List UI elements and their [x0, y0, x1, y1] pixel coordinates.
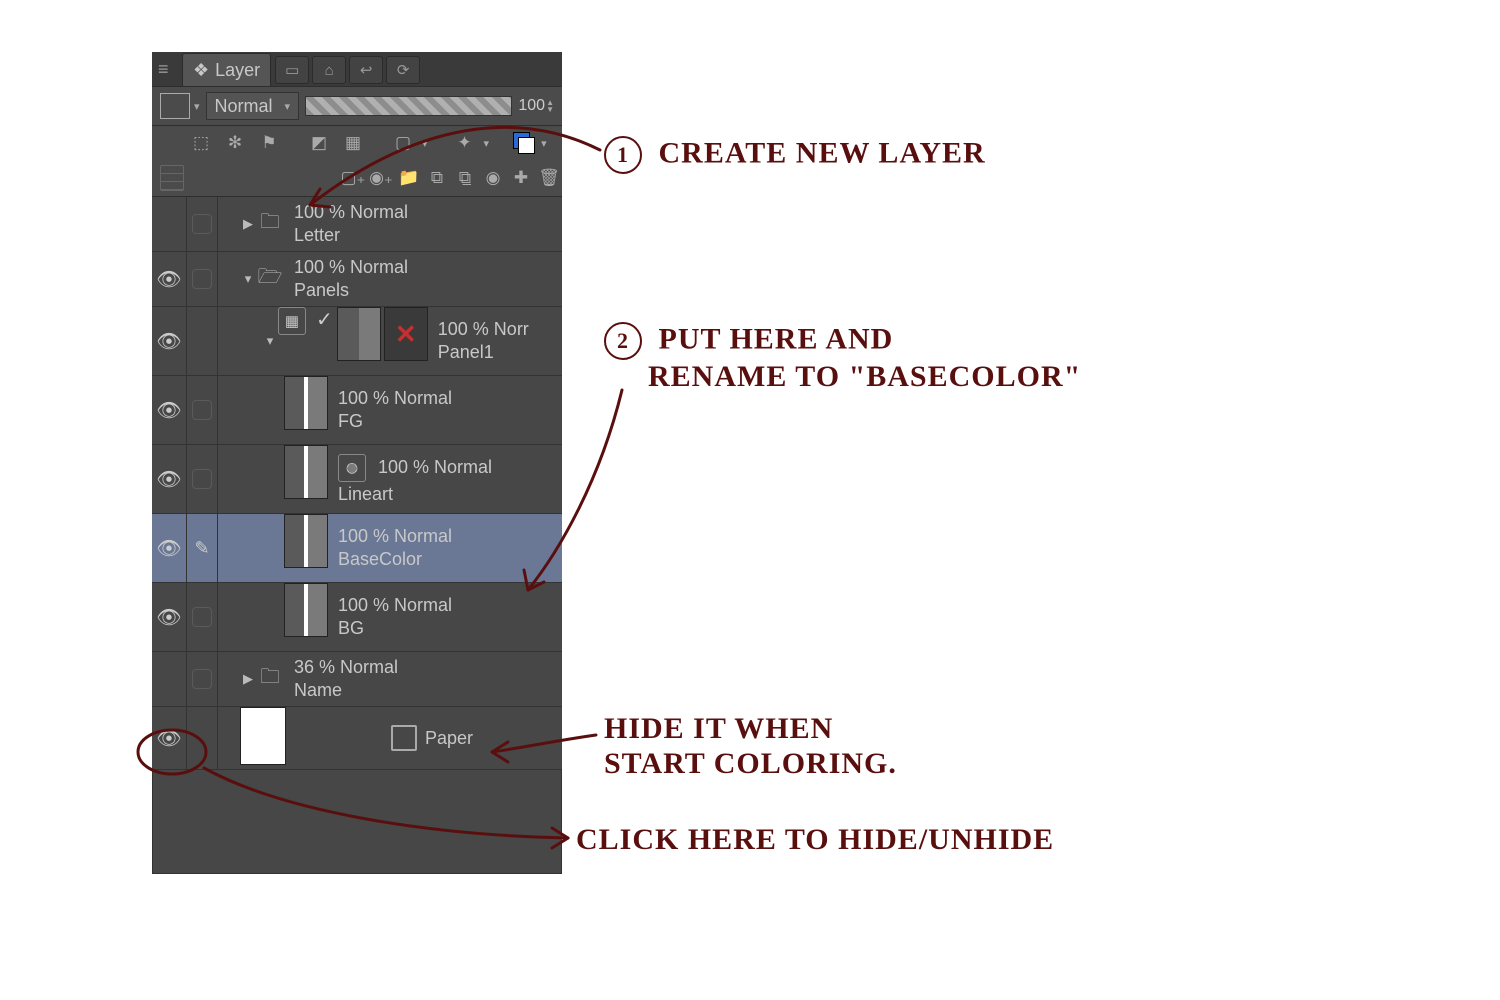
mask-disabled-icon: ✕ — [385, 308, 427, 360]
swatch-dd-icon[interactable]: ▾ — [541, 137, 547, 150]
lock-toggle[interactable] — [187, 197, 218, 251]
visibility-toggle[interactable]: 👁 — [152, 445, 187, 513]
layer-thumbnail — [284, 514, 328, 568]
visibility-toggle[interactable]: 👁 — [152, 376, 187, 444]
tab-layer[interactable]: ❖ Layer — [182, 53, 271, 86]
layer-thumbnail — [284, 376, 328, 430]
lock-toggle[interactable] — [187, 252, 218, 306]
tab-icon-2[interactable]: ⌂ — [312, 56, 346, 84]
lock-toggle[interactable] — [187, 652, 218, 706]
lock-icon[interactable]: ▦ — [340, 130, 366, 156]
layer-thumbnail — [284, 583, 328, 637]
layer-row-panels[interactable]: 👁 ▾ 🗁 100 % Normal Panels — [152, 252, 562, 307]
layer-color-swatch[interactable] — [160, 93, 190, 119]
lock-toggle[interactable]: ✎ — [187, 514, 218, 582]
annotation-number-1: 1 — [604, 136, 642, 174]
collapse-icon[interactable]: ▾ — [262, 333, 278, 349]
layer-mask-thumbnail: ✕ — [384, 307, 428, 361]
vector-layer-icon: ◍ — [338, 454, 366, 482]
annotation-3: HIDE IT WHEN START COLORING. — [604, 712, 897, 781]
layer-thumbnail — [284, 445, 328, 499]
visibility-toggle[interactable]: 👁 — [152, 583, 187, 651]
mask-dd-icon[interactable]: ▾ — [422, 137, 428, 150]
expression-dd-icon[interactable]: ▾ — [484, 137, 490, 150]
fg-bg-swatch[interactable] — [513, 132, 535, 154]
layer-tools-row-2: ▢₊ ◉₊ 📁 ⧉ ⧉̲ ◉ ✚ 🗑 — [152, 160, 562, 197]
visibility-toggle[interactable] — [152, 652, 187, 706]
frame-folder-icon: ▦ — [278, 307, 306, 335]
visibility-toggle[interactable]: 👁 — [152, 307, 187, 375]
delete-layer-button[interactable]: 🗑 — [536, 165, 562, 191]
layer-row-paper[interactable]: 👁 Paper — [152, 707, 562, 770]
expand-icon[interactable]: ▶ — [240, 216, 256, 232]
lock-toggle[interactable] — [187, 307, 218, 375]
annotation-2: 2 PUT HERE AND RENAME TO "BASECOLOR" — [604, 322, 1081, 395]
paper-icon — [391, 725, 417, 751]
transfer-layer-button[interactable]: ⧉ — [424, 165, 450, 191]
blend-mode-value: Normal — [215, 96, 273, 117]
color-dropdown-icon[interactable]: ▾ — [194, 100, 200, 113]
tab-layer-label: Layer — [215, 60, 260, 81]
annotation-number-2: 2 — [604, 322, 642, 360]
layer-row-fg[interactable]: 👁 100 % Normal FG — [152, 376, 562, 445]
folder-icon: 🗀 — [256, 652, 284, 706]
layer-row-name-folder[interactable]: ▶ 🗀 36 % Normal Name — [152, 652, 562, 707]
panel-tab-row: ≡ ❖ Layer ▭ ⌂ ↩ ⟳ — [152, 52, 562, 86]
reference-icon[interactable]: ✻ — [222, 130, 248, 156]
tab-icon-1[interactable]: ▭ — [275, 56, 309, 84]
blend-mode-select[interactable]: Normal ▾ — [206, 92, 300, 120]
layer-thumbnail — [240, 707, 286, 765]
pencil-icon: ✎ — [194, 538, 209, 559]
merge-layer-button[interactable]: ⧉̲ — [452, 165, 478, 191]
layer-list: ▶ 🗀 100 % Normal Letter 👁 ▾ 🗁 100 % Norm… — [152, 197, 562, 770]
panel-view-icon[interactable] — [160, 165, 184, 191]
new-folder-button[interactable]: 📁 — [396, 165, 422, 191]
lock-toggle[interactable] — [187, 583, 218, 651]
layer-row-bg[interactable]: 👁 100 % Normal BG — [152, 583, 562, 652]
folder-open-icon: 🗁 — [256, 252, 284, 306]
visibility-toggle[interactable]: 👁 — [152, 707, 187, 769]
layer-row-basecolor[interactable]: 👁 ✎ 100 % Normal BaseColor — [152, 514, 562, 583]
annotation-1: 1 CREATE NEW LAYER — [604, 136, 986, 174]
visibility-toggle[interactable] — [152, 197, 187, 251]
visibility-toggle[interactable]: 👁 — [152, 252, 187, 306]
apply-mask-button[interactable]: ✚ — [508, 165, 534, 191]
layer-panel: ≡ ❖ Layer ▭ ⌂ ↩ ⟳ ▾ Normal ▾ 100 ▲▼ ⬚ ✻ … — [152, 52, 562, 874]
ruler-icon[interactable]: ⚑ — [256, 130, 282, 156]
layer-row-lineart[interactable]: 👁 ◍ 100 % Normal Lineart — [152, 445, 562, 514]
checkmark-icon: ✓ — [316, 307, 333, 375]
lock-toggle[interactable] — [187, 445, 218, 513]
lock-toggle[interactable] — [187, 376, 218, 444]
layer-thumbnail — [337, 307, 381, 361]
layer-row-panel1[interactable]: 👁 ▾ ▦ ✓ ✕ 100 % Norr Panel1 — [152, 307, 562, 376]
blend-dropdown-icon: ▾ — [285, 100, 291, 113]
opacity-spinner-icon[interactable]: ▲▼ — [546, 99, 554, 113]
folder-icon: 🗀 — [256, 197, 284, 251]
layer-mask-button[interactable]: ◉ — [480, 165, 506, 191]
expression-icon[interactable]: ✦ — [452, 130, 478, 156]
collapse-icon[interactable]: ▾ — [240, 271, 256, 287]
lock-transparent-icon[interactable]: ◩ — [306, 130, 332, 156]
mask-toggle-icon[interactable]: ▢ — [390, 130, 416, 156]
new-fill-layer-button[interactable]: ◉₊ — [368, 165, 394, 191]
opacity-value[interactable]: 100 ▲▼ — [518, 97, 554, 115]
blend-row: ▾ Normal ▾ 100 ▲▼ — [152, 86, 562, 126]
layer-row-letter[interactable]: ▶ 🗀 100 % Normal Letter — [152, 197, 562, 252]
annotation-4: CLICK HERE TO HIDE/UNHIDE — [576, 823, 1054, 858]
tab-icon-3[interactable]: ↩ — [349, 56, 383, 84]
panel-menu-icon[interactable]: ≡ — [158, 59, 178, 80]
tab-icon-4[interactable]: ⟳ — [386, 56, 420, 84]
lock-toggle[interactable] — [187, 707, 218, 769]
layer-tools-row-1: ⬚ ✻ ⚑ ◩ ▦ ▢ ▾ ✦ ▾ ▾ — [152, 126, 562, 160]
visibility-toggle[interactable]: 👁 — [152, 514, 187, 582]
layers-icon: ❖ — [193, 60, 209, 81]
opacity-slider[interactable] — [305, 96, 512, 116]
new-layer-button[interactable]: ▢₊ — [340, 165, 366, 191]
select-similar-icon[interactable]: ⬚ — [188, 130, 214, 156]
expand-icon[interactable]: ▶ — [240, 671, 256, 687]
tab-icons-group: ▭ ⌂ ↩ ⟳ — [275, 54, 420, 86]
